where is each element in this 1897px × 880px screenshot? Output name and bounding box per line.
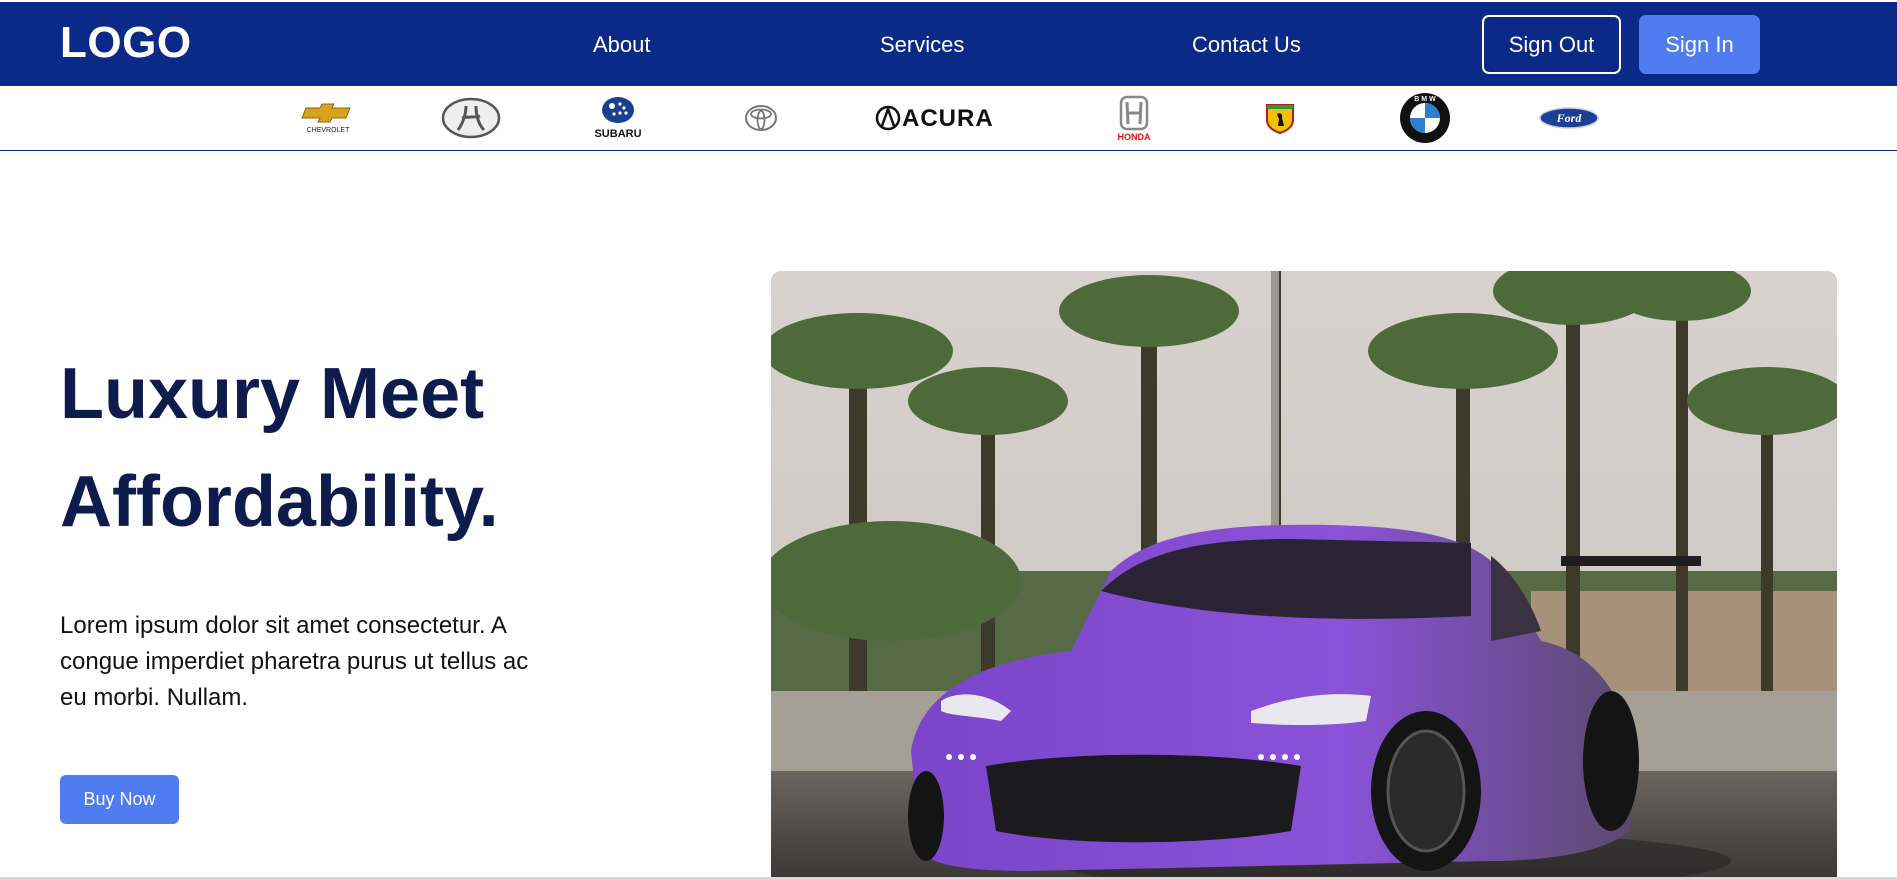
sign-in-button[interactable]: Sign In [1639,15,1760,74]
top-navbar: LOGO About Services Contact Us Sign Out … [0,2,1897,86]
svg-text:ACURA: ACURA [902,105,994,132]
acura-logo[interactable]: ACURA [874,86,1022,150]
hero-title-line-2: Affordability. [60,462,499,542]
hero-description: Lorem ipsum dolor sit amet consectetur. … [60,612,529,711]
hyundai-logo[interactable] [440,86,502,150]
bmw-logo[interactable]: B M W [1394,86,1456,150]
hero-car-image [771,271,1837,880]
nav-link-services[interactable]: Services [880,32,964,58]
ferrari-logo[interactable] [1264,86,1296,150]
svg-text:Ford: Ford [1556,111,1583,125]
svg-text:SUBARU: SUBARU [594,128,641,140]
site-logo[interactable]: LOGO [60,18,192,68]
subaru-logo[interactable]: SUBARU [590,86,646,150]
honda-logo[interactable]: HONDA [1112,86,1156,150]
hero-title-line-1: Luxury Meet [60,354,485,434]
svg-text:HONDA: HONDA [1118,132,1151,142]
buy-now-button[interactable]: Buy Now [60,775,179,824]
hero-title: Luxury Meet Affordability. [60,340,620,556]
chevrolet-logo[interactable]: CHEVROLET [300,86,356,150]
svg-text:CHEVROLET: CHEVROLET [307,127,351,134]
svg-text:B M W: B M W [1414,96,1436,103]
ford-logo[interactable]: Ford [1538,86,1600,150]
nav-link-contact-us[interactable]: Contact Us [1192,32,1301,58]
toyota-logo[interactable] [744,86,778,150]
nav-link-about[interactable]: About [593,32,651,58]
brand-logo-strip: CHEVROLET SUBARU ACURA HONDA B M W Ford [0,86,1897,151]
sign-out-button[interactable]: Sign Out [1482,15,1621,74]
